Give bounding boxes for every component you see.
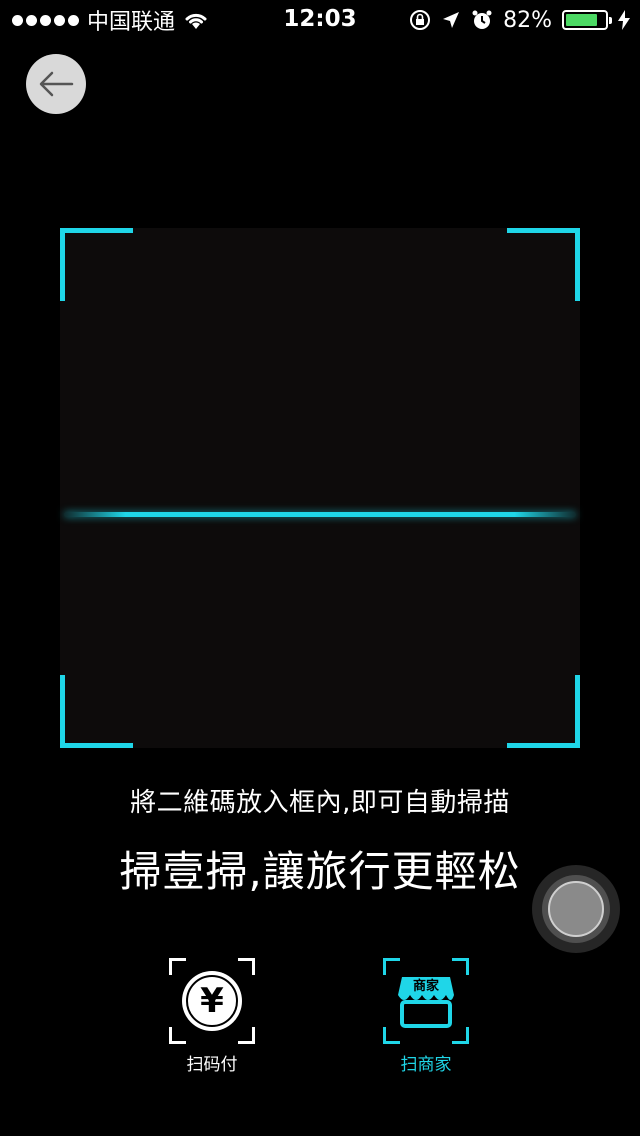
scan-hint-text: 將二維碼放入框內,即可自動掃描 xyxy=(130,788,510,818)
scan-merchant-icon-box: 商家 xyxy=(383,958,469,1044)
scan-merchant-label: 扫商家 xyxy=(400,1055,452,1075)
scan-corner-bottom-left xyxy=(60,675,133,748)
location-icon xyxy=(443,12,460,28)
scan-to-pay-icon-box: ¥ xyxy=(169,958,255,1044)
status-bar: 中国联通 12:03 82% xyxy=(0,0,640,40)
scan-corner-top-left xyxy=(60,228,133,301)
battery-percent: 82% xyxy=(503,7,552,33)
scan-line xyxy=(64,512,576,517)
back-button[interactable] xyxy=(26,54,86,114)
assistive-touch-button[interactable] xyxy=(532,865,620,953)
orientation-lock-icon xyxy=(410,10,431,30)
shop-icon-text: 商家 xyxy=(412,979,439,994)
status-right: 82% xyxy=(409,6,630,34)
scan-to-pay-label: 扫码付 xyxy=(186,1055,238,1075)
battery-icon xyxy=(562,10,612,30)
battery-fill xyxy=(566,14,598,26)
arrow-left-icon xyxy=(39,71,74,97)
yen-icon: ¥ xyxy=(182,971,242,1031)
scan-to-pay-button[interactable]: ¥ 扫码付 xyxy=(152,958,272,1078)
scan-merchant-button[interactable]: 商家 扫商家 xyxy=(366,958,486,1078)
alarm-icon xyxy=(472,10,492,29)
scan-corner-bottom-right xyxy=(507,675,580,748)
scan-frame xyxy=(60,228,580,748)
assistive-touch-icon xyxy=(542,875,610,943)
charging-icon xyxy=(618,10,630,30)
scan-corner-top-right xyxy=(507,228,580,301)
